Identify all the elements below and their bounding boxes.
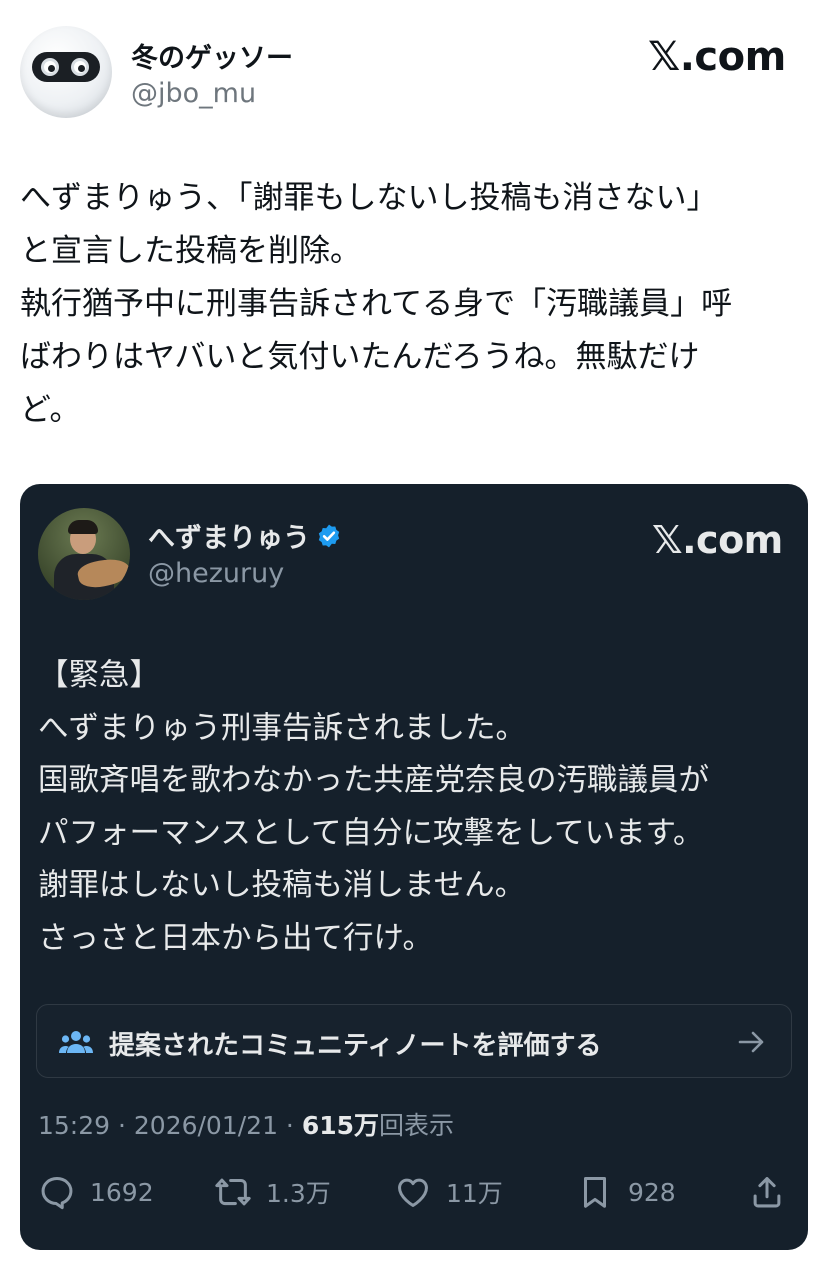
reply-icon bbox=[41, 1177, 73, 1210]
robot-visor bbox=[32, 52, 100, 82]
post-meta: 15:29 · 2026/01/21 · 615万回表示 bbox=[38, 1106, 454, 1142]
quoted-post-text: 【緊急】 へずまりゅう刑事告訴されました。 国歌斉唱を歌わなかった共産党奈良の汚… bbox=[38, 658, 709, 956]
bookmark-count: 928 bbox=[628, 1177, 676, 1207]
arrow-right-icon bbox=[738, 1031, 764, 1053]
share-button[interactable] bbox=[748, 1166, 786, 1218]
outer-post-header: 冬のゲッソー @jbo_mu 𝕏.com bbox=[20, 26, 810, 126]
quoted-author-name[interactable]: へずまりゅう bbox=[148, 516, 310, 555]
like-icon bbox=[398, 1178, 428, 1207]
reply-count: 1692 bbox=[90, 1177, 154, 1207]
post-text: へずまりゅう、「謝罪もしないし投稿も消さない」 と宣言した投稿を削除。 執行猶予… bbox=[20, 180, 733, 428]
people-icon bbox=[59, 1031, 93, 1053]
bookmark-button[interactable]: 928 bbox=[576, 1166, 676, 1218]
avatar[interactable] bbox=[20, 26, 112, 118]
verified-badge-icon bbox=[318, 524, 340, 547]
quoted-author-avatar[interactable] bbox=[38, 508, 130, 600]
repost-count: 1.3万 bbox=[266, 1179, 331, 1208]
bookmark-icon bbox=[583, 1177, 607, 1208]
like-button[interactable]: 11万 bbox=[394, 1166, 503, 1218]
avatar-hair bbox=[68, 520, 98, 534]
quoted-author-handle[interactable]: @hezuruy bbox=[148, 558, 284, 589]
author-name[interactable]: 冬のゲッソー bbox=[131, 36, 293, 75]
community-note-button[interactable]: 提案されたコミュニティノートを評価する bbox=[36, 1004, 792, 1078]
author-handle[interactable]: @jbo_mu bbox=[131, 78, 256, 109]
repost-button[interactable]: 1.3万 bbox=[214, 1166, 331, 1218]
action-bar: 1692 1.3万 11万 928 bbox=[20, 1166, 808, 1218]
views-suffix: 回表示 bbox=[379, 1111, 455, 1140]
like-count: 11万 bbox=[446, 1179, 503, 1208]
repost-icon bbox=[215, 1178, 251, 1206]
x-logo: 𝕏.com bbox=[652, 518, 783, 562]
community-note-label: 提案されたコミュニティノートを評価する bbox=[109, 1031, 602, 1061]
views-count: 615万 bbox=[301, 1111, 380, 1140]
x-logo: 𝕏.com bbox=[648, 34, 786, 80]
share-icon bbox=[753, 1177, 781, 1208]
robot-eye-left bbox=[41, 58, 59, 76]
quoted-author-name-row[interactable]: へずまりゅう bbox=[148, 516, 342, 555]
reply-button[interactable]: 1692 bbox=[38, 1166, 154, 1218]
robot-eye-right bbox=[71, 58, 89, 76]
quoted-post-card[interactable]: へずまりゅう @hezuruy 𝕏.com 【緊急】 へずまりゅう刑事告訴されま… bbox=[20, 484, 808, 1250]
timestamp[interactable]: 15:29 · 2026/01/21 · bbox=[38, 1111, 302, 1140]
